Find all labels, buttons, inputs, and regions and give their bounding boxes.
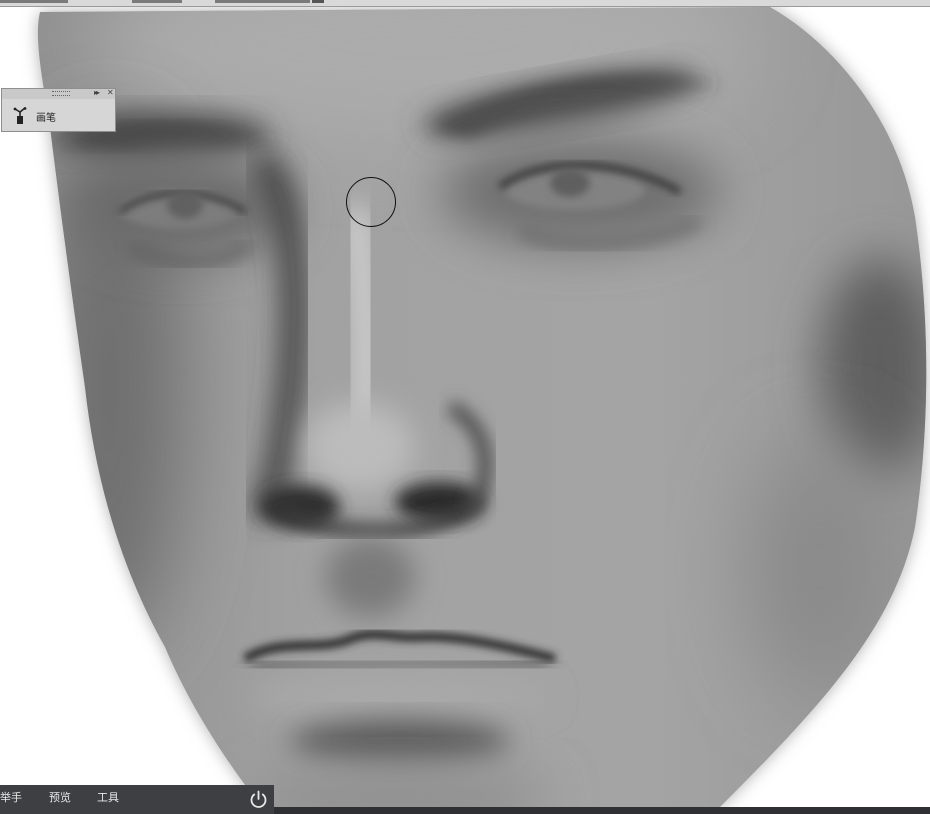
raise-hand-button[interactable]: 举手 bbox=[0, 785, 22, 814]
double-arrow-icon[interactable]: ▸▸ bbox=[94, 88, 100, 98]
toolbar-segment bbox=[132, 0, 182, 3]
face-painting bbox=[37, 7, 927, 807]
tool-floating-panel[interactable]: ▸▸ ✕ 画笔 bbox=[1, 88, 116, 132]
power-icon[interactable] bbox=[248, 789, 269, 810]
drawing-canvas[interactable] bbox=[0, 7, 930, 807]
toolbar-segment bbox=[0, 0, 68, 3]
panel-drag-grip[interactable] bbox=[52, 91, 70, 96]
brush-tool-item[interactable]: 画笔 bbox=[2, 103, 115, 129]
toolbar-segment bbox=[312, 0, 324, 3]
brush-tool-label: 画笔 bbox=[36, 112, 56, 124]
top-toolbar-strip bbox=[0, 0, 930, 7]
bottom-toolbar: 举手 预览 工具 bbox=[0, 785, 274, 814]
tools-button[interactable]: 工具 bbox=[97, 785, 119, 814]
toolbar-segment bbox=[215, 0, 310, 3]
brush-icon bbox=[13, 107, 27, 124]
close-icon[interactable]: ✕ bbox=[107, 88, 114, 98]
panel-title-bar[interactable]: ▸▸ ✕ bbox=[2, 88, 115, 99]
status-strip bbox=[274, 807, 930, 814]
preview-button[interactable]: 预览 bbox=[49, 785, 71, 814]
painting-app-window: ▸▸ ✕ 画笔 举手 预览 工具 bbox=[0, 0, 930, 814]
